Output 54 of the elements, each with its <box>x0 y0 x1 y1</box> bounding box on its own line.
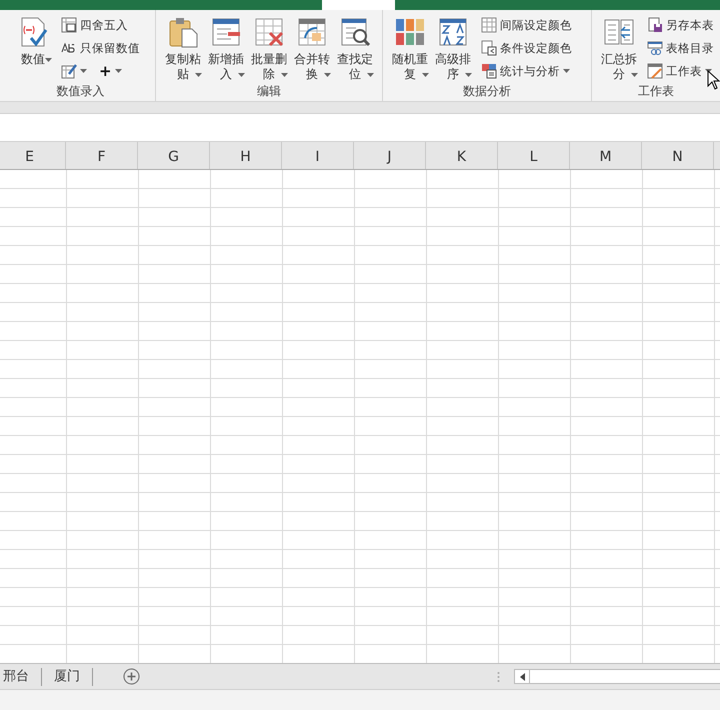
column-header[interactable]: E <box>0 142 66 169</box>
ribbon-button[interactable]: 复制粘贴 <box>162 14 204 83</box>
ribbon-button[interactable]: 合并转换 <box>291 14 334 83</box>
column-header[interactable]: G <box>138 142 210 169</box>
ribbon-button[interactable]: 查找定位 <box>334 14 376 83</box>
sheet-tab[interactable]: 厦门 <box>42 668 93 686</box>
group-label: 编辑 <box>256 83 282 100</box>
column-header[interactable]: J <box>354 142 426 169</box>
table-stripe-icon <box>481 17 498 33</box>
ribbon-button[interactable]: 随机重复 <box>389 14 432 83</box>
column-header[interactable]: N <box>642 142 714 169</box>
edit-table-icon <box>61 63 77 79</box>
ribbon-button[interactable]: 汇总拆分 <box>598 14 640 83</box>
ribbon-button[interactable]: 新增插入 <box>205 14 248 83</box>
chart-table-icon <box>481 63 498 79</box>
ribbon-button[interactable]: 只保留数值 <box>61 38 140 58</box>
table-insert-icon <box>210 16 242 48</box>
link-table-icon <box>647 40 663 56</box>
ribbon-button[interactable]: 数值 <box>12 14 54 83</box>
table-delete-icon <box>253 16 286 48</box>
ribbon-button[interactable]: 统计与分析 <box>481 61 572 81</box>
table-merge-icon <box>296 16 328 48</box>
color-grid-icon <box>394 16 426 48</box>
ribbon-button[interactable]: 批量删除 <box>248 14 290 83</box>
group-label: 工作表 <box>637 83 675 100</box>
group-label: 数据分析 <box>462 83 512 100</box>
plus-circle-icon <box>123 668 140 685</box>
ribbon-tab[interactable] <box>322 0 395 10</box>
column-header[interactable]: L <box>498 142 570 169</box>
left-arrow-icon <box>520 672 524 680</box>
column-header[interactable]: H <box>210 142 282 169</box>
column-header[interactable]: I <box>282 142 354 169</box>
ribbon-button[interactable]: 间隔设定颜色 <box>481 15 572 35</box>
column-header[interactable]: M <box>570 142 642 169</box>
search-icon <box>339 16 372 48</box>
cell-grid[interactable] <box>0 170 720 663</box>
ribbon-button[interactable]: 四舍五入 <box>61 15 140 35</box>
ribbon-button[interactable]: 另存本表 <box>647 15 714 35</box>
horizontal-scrollbar[interactable] <box>514 669 720 684</box>
ribbon-button[interactable]: 表格目录 <box>647 38 714 58</box>
ribbon-button[interactable]: 高级排序 <box>432 14 474 83</box>
sheet-tab[interactable]: 邢台 <box>0 668 42 686</box>
sheet-icon <box>647 63 663 79</box>
ribbon-button[interactable]: 条件设定颜色 <box>481 38 572 58</box>
save-icon <box>647 17 663 33</box>
group-label: 数值录入 <box>56 83 106 100</box>
formula-bar[interactable] <box>0 114 720 142</box>
add-sheet-button[interactable] <box>123 668 140 685</box>
clipboard-icon <box>167 16 200 48</box>
dropdown-button[interactable]: + <box>99 61 122 81</box>
column-header[interactable]: K <box>426 142 498 169</box>
column-header[interactable]: F <box>66 142 138 169</box>
splitter-handle-icon <box>497 670 500 682</box>
sort-icon <box>437 16 470 48</box>
